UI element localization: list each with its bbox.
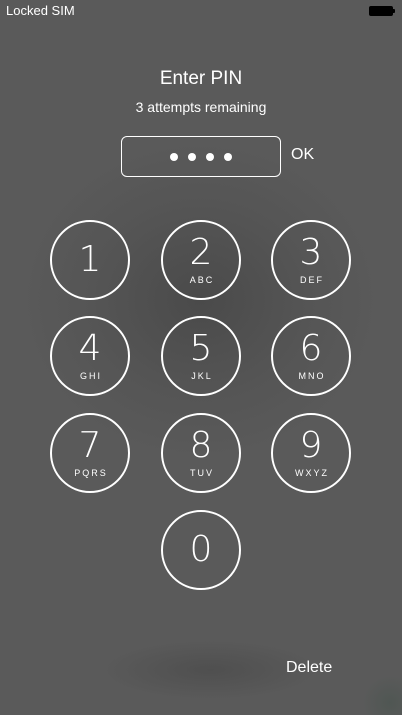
key-letters: MNO (298, 371, 326, 381)
key-digit: 6 (299, 328, 323, 369)
pin-entry-field[interactable] (121, 136, 281, 177)
keypad-key-9[interactable]: 9 WXYZ (271, 413, 351, 493)
carrier-label: Locked SIM (6, 3, 75, 18)
key-letters: WXYZ (295, 468, 329, 478)
keypad-key-1[interactable]: 1 (50, 220, 130, 300)
status-bar: Locked SIM (0, 0, 402, 22)
keypad-key-6[interactable]: 6 MNO (271, 316, 351, 396)
keypad-key-3[interactable]: 3 DEF (271, 220, 351, 300)
battery-tip (393, 9, 395, 13)
key-letters: PQRS (74, 468, 108, 478)
pin-dot (206, 152, 214, 161)
keypad-key-0[interactable]: 0 (161, 510, 241, 590)
key-letters: ABC (189, 275, 215, 285)
key-digit: 0 (189, 529, 213, 570)
key-digit: 5 (189, 328, 213, 369)
keypad-key-8[interactable]: 8 TUV (161, 413, 241, 493)
ok-button[interactable]: OK (291, 146, 314, 164)
keypad-key-5[interactable]: 5 JKL (161, 316, 241, 396)
pin-dot (170, 152, 178, 161)
key-letters: TUV (190, 468, 214, 478)
key-digit: 9 (299, 425, 323, 466)
background-corner-shade (362, 675, 402, 715)
key-letters: DEF (300, 275, 324, 285)
key-digit: 3 (299, 232, 323, 273)
battery-icon (369, 6, 396, 16)
key-letters: JKL (191, 371, 213, 381)
key-digit: 7 (78, 425, 102, 466)
key-digit: 8 (189, 425, 213, 466)
pin-dot (188, 152, 196, 161)
key-digit: 2 (189, 232, 213, 273)
keypad-key-2[interactable]: 2 ABC (161, 220, 241, 300)
attempts-remaining-label: 3 attempts remaining (135, 99, 267, 115)
keypad-key-4[interactable]: 4 GHI (50, 316, 130, 396)
delete-button[interactable]: Delete (286, 659, 332, 677)
key-digit: 1 (78, 239, 102, 280)
key-letters: GHI (79, 371, 102, 381)
pin-dot (224, 152, 232, 161)
battery-body (369, 6, 393, 16)
key-digit: 4 (78, 328, 102, 369)
page-title: Enter PIN (159, 68, 243, 89)
keypad-key-7[interactable]: 7 PQRS (50, 413, 130, 493)
